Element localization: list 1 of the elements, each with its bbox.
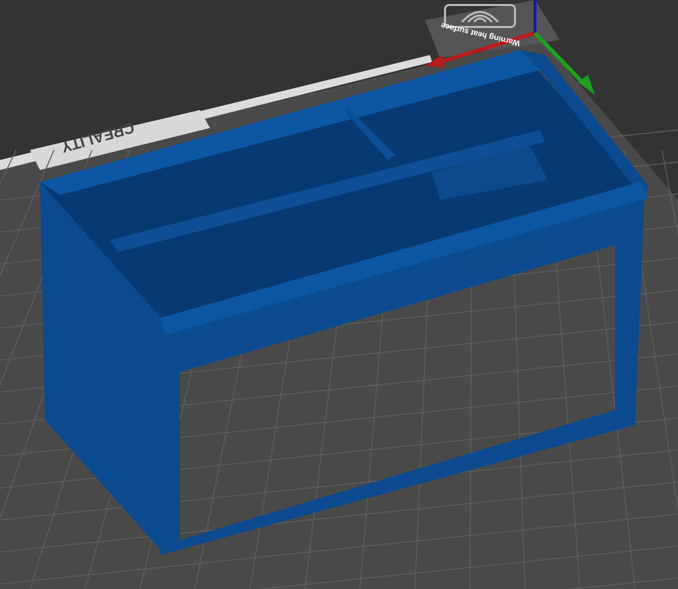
y-axis-arrow-icon bbox=[534, 32, 595, 95]
